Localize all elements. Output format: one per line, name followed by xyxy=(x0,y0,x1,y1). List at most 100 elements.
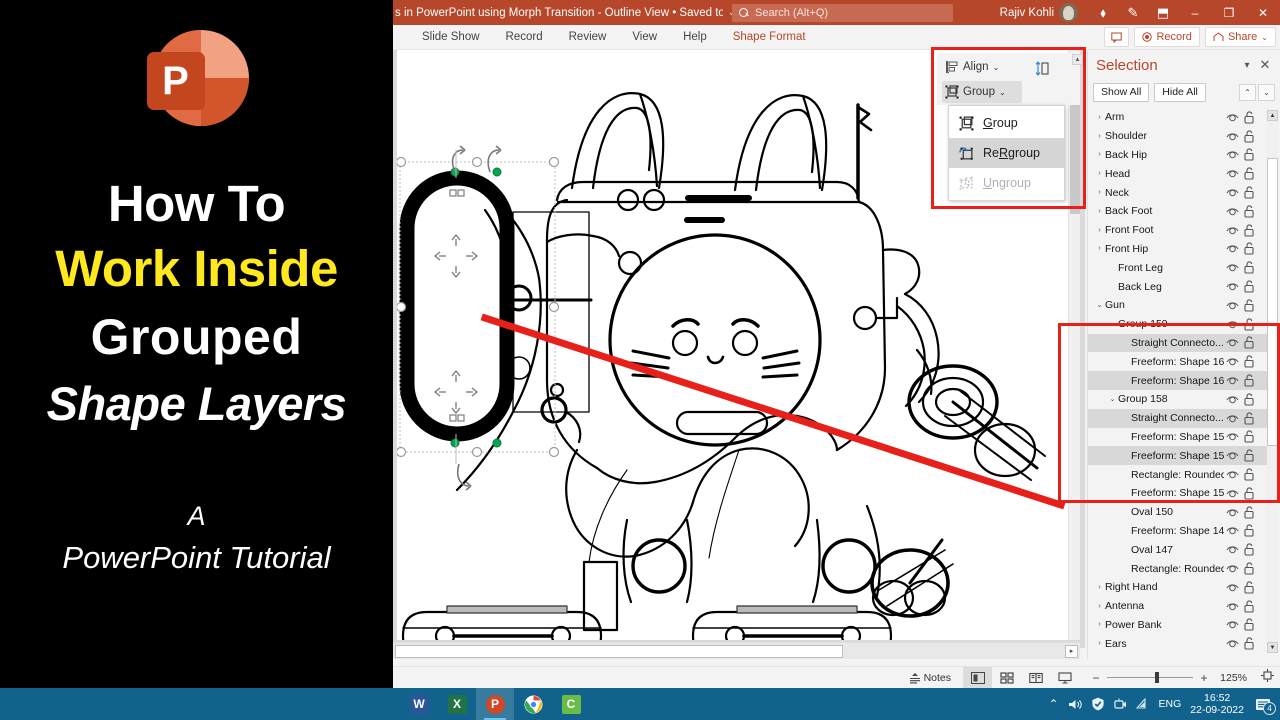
selection-list-item[interactable]: › Back Foot xyxy=(1088,202,1280,221)
visibility-toggle[interactable] xyxy=(1224,112,1241,123)
lock-toggle[interactable] xyxy=(1241,148,1258,162)
lock-toggle[interactable] xyxy=(1241,130,1258,143)
pen-icon[interactable]: ✎ xyxy=(1118,0,1148,25)
visibility-toggle[interactable] xyxy=(1224,544,1241,555)
visibility-toggle[interactable] xyxy=(1224,469,1241,480)
selection-list-item[interactable]: › Antenna xyxy=(1088,597,1280,616)
visibility-toggle[interactable] xyxy=(1224,187,1241,198)
expand-chevron-icon[interactable]: ⌄ xyxy=(1094,301,1105,309)
selection-list-item[interactable]: › Right Hand xyxy=(1088,578,1280,597)
view-slide-sorter-button[interactable] xyxy=(992,667,1021,689)
visibility-toggle[interactable] xyxy=(1224,413,1241,424)
shape-height-control[interactable] xyxy=(1036,58,1076,78)
selection-list-item[interactable]: Rectangle: Rounded ... xyxy=(1088,559,1280,578)
lock-toggle[interactable] xyxy=(1241,393,1258,406)
visibility-toggle[interactable] xyxy=(1224,319,1241,330)
visibility-toggle[interactable] xyxy=(1224,262,1241,273)
view-normal-button[interactable] xyxy=(963,666,992,689)
expand-chevron-icon[interactable]: › xyxy=(1094,170,1105,177)
lock-toggle[interactable] xyxy=(1241,205,1258,218)
taskbar-app-camtasia[interactable]: C xyxy=(552,688,590,720)
visibility-toggle[interactable] xyxy=(1224,300,1241,311)
lock-toggle[interactable] xyxy=(1241,487,1258,500)
lock-toggle[interactable] xyxy=(1241,600,1258,613)
selection-list-item[interactable]: › Ears xyxy=(1088,634,1280,653)
selection-list-item[interactable]: › Neck xyxy=(1088,183,1280,202)
lock-toggle[interactable] xyxy=(1241,186,1258,199)
align-button[interactable]: Align ⌄ xyxy=(942,56,1016,78)
lock-toggle[interactable] xyxy=(1241,412,1258,425)
selection-list-item[interactable]: › Head xyxy=(1088,164,1280,183)
lock-toggle[interactable] xyxy=(1241,318,1258,331)
diamond-icon[interactable]: ⬧ xyxy=(1088,0,1118,25)
fit-to-window-button[interactable] xyxy=(1261,668,1274,687)
selection-list-item[interactable]: Freeform: Shape 148 xyxy=(1088,522,1280,541)
visibility-toggle[interactable] xyxy=(1224,206,1241,217)
group-button[interactable]: Group ⌄ xyxy=(942,81,1022,103)
lock-toggle[interactable] xyxy=(1241,167,1258,180)
lock-toggle[interactable] xyxy=(1241,355,1258,368)
selection-list-item[interactable]: › Power Bank xyxy=(1088,616,1280,635)
visibility-toggle[interactable] xyxy=(1224,563,1241,574)
list-scroll-thumb[interactable] xyxy=(1267,158,1278,446)
volume-icon[interactable] xyxy=(1068,698,1082,711)
taskbar-app-chrome[interactable] xyxy=(514,688,552,720)
selection-list-item[interactable]: › Arm xyxy=(1088,108,1280,127)
expand-chevron-icon[interactable]: › xyxy=(1094,245,1105,252)
language-indicator[interactable]: ENG xyxy=(1159,698,1182,710)
visibility-toggle[interactable] xyxy=(1224,601,1241,612)
zoom-control[interactable]: − + 125% xyxy=(1091,668,1274,687)
expand-chevron-icon[interactable]: › xyxy=(1094,603,1105,610)
lock-toggle[interactable] xyxy=(1241,581,1258,594)
list-scroll-down-icon[interactable]: ▼ xyxy=(1267,642,1278,653)
show-all-button[interactable]: Show All xyxy=(1093,82,1150,102)
view-reading-button[interactable] xyxy=(1021,667,1050,689)
pane-close-icon[interactable]: ✕ xyxy=(1256,56,1274,74)
lock-toggle[interactable] xyxy=(1241,562,1258,575)
camera-icon[interactable] xyxy=(1113,698,1127,711)
wifi-icon[interactable] xyxy=(1135,698,1150,710)
expand-chevron-icon[interactable]: › xyxy=(1094,621,1105,628)
lock-toggle[interactable] xyxy=(1241,430,1258,443)
selection-list-item[interactable]: › Front Hip xyxy=(1088,240,1280,259)
visibility-toggle[interactable] xyxy=(1224,168,1241,179)
view-slide-show-button[interactable] xyxy=(1050,667,1079,689)
selection-list-item[interactable]: Oval 150 xyxy=(1088,503,1280,522)
visibility-toggle[interactable] xyxy=(1224,375,1241,386)
menu-item-group[interactable]: Group xyxy=(949,108,1064,138)
selection-list-item[interactable]: Straight Connecto... xyxy=(1088,408,1280,428)
restore-button[interactable]: ❐ xyxy=(1212,0,1246,25)
taskbar-app-powerpoint[interactable]: P xyxy=(476,688,514,720)
close-button[interactable]: ✕ xyxy=(1246,0,1280,25)
visibility-toggle[interactable] xyxy=(1224,394,1241,405)
visibility-toggle[interactable] xyxy=(1224,619,1241,630)
visibility-toggle[interactable] xyxy=(1224,337,1241,348)
move-up-button[interactable]: ⌃ xyxy=(1239,83,1256,101)
notes-button[interactable]: Notes xyxy=(909,672,951,684)
search-input[interactable]: Search (Alt+Q) xyxy=(732,4,953,22)
selection-list-scrollbar[interactable]: ▲ ▼ xyxy=(1267,110,1278,653)
visibility-toggle[interactable] xyxy=(1224,488,1241,499)
tray-chevron-icon[interactable]: ⌃ xyxy=(1048,697,1058,711)
tab-view[interactable]: View xyxy=(619,25,670,50)
visibility-toggle[interactable] xyxy=(1224,225,1241,236)
expand-chevron-icon[interactable]: ⌄ xyxy=(1107,320,1118,328)
canvas-horizontal-scrollbar[interactable]: ▸ xyxy=(393,642,1080,659)
visibility-toggle[interactable] xyxy=(1224,131,1241,142)
selection-list-item[interactable]: Oval 147 xyxy=(1088,540,1280,559)
lock-toggle[interactable] xyxy=(1241,299,1258,312)
selection-list-item[interactable]: Freeform: Shape 151 xyxy=(1088,484,1280,503)
lock-toggle[interactable] xyxy=(1241,280,1258,293)
taskbar-app-word[interactable]: W xyxy=(400,688,438,720)
selection-shape-list[interactable]: › Arm › Shoulder › Back Hip › Head › Neck › Back Fo… xyxy=(1088,108,1280,655)
selection-list-item[interactable]: › Back Hip xyxy=(1088,146,1280,165)
lock-toggle[interactable] xyxy=(1241,261,1258,274)
list-scroll-up-icon[interactable]: ▲ xyxy=(1267,110,1278,121)
selection-list-item[interactable]: Freeform: Shape 160 xyxy=(1088,371,1280,390)
selection-list-item[interactable]: Freeform: Shape 152 xyxy=(1088,446,1280,466)
tab-record[interactable]: Record xyxy=(493,25,556,50)
move-down-button[interactable]: ⌄ xyxy=(1258,83,1275,101)
selection-list-item[interactable]: ⌄ Group 159 xyxy=(1088,315,1280,334)
expand-chevron-icon[interactable]: › xyxy=(1094,640,1105,647)
minimize-button[interactable]: – xyxy=(1178,0,1212,25)
